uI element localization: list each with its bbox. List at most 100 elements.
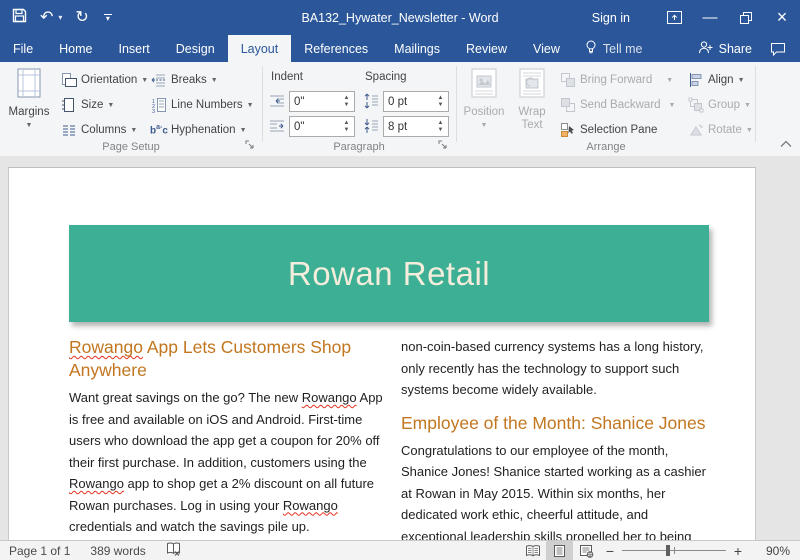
columns-button[interactable]: Columns ▼	[58, 119, 140, 141]
breaks-button[interactable]: Breaks ▼	[148, 69, 221, 91]
zoom-slider-thumb[interactable]	[666, 545, 670, 556]
margins-button[interactable]: Margins ▼	[6, 65, 52, 143]
size-button[interactable]: Size ▼	[58, 94, 117, 116]
document-canvas[interactable]: Rowan Retail Rowango App Lets Customers …	[0, 156, 800, 540]
article-paragraph[interactable]: Want great savings on the go? The new Ro…	[69, 387, 391, 538]
tab-file[interactable]: File	[0, 35, 46, 62]
indent-right-field[interactable]: ▲▼	[289, 116, 355, 137]
align-button[interactable]: Align ▼	[685, 69, 748, 91]
bring-forward-label: Bring Forward	[580, 74, 652, 86]
tab-view[interactable]: View	[520, 35, 573, 62]
chevron-down-icon: ▼	[481, 119, 488, 132]
page-break-icon	[151, 72, 167, 88]
paragraph-dialog-launcher-icon[interactable]	[438, 140, 450, 152]
zoom-out-button[interactable]: −	[600, 543, 620, 559]
restore-button[interactable]	[728, 0, 764, 35]
tell-me-label: Tell me	[603, 42, 643, 56]
spacing-before-input[interactable]	[388, 93, 430, 110]
margins-label: Margins	[9, 106, 50, 119]
print-layout-button[interactable]	[546, 541, 573, 560]
chevron-down-icon: ▼	[107, 102, 114, 109]
article-heading-employee-of-month[interactable]: Employee of the Month: Shanice Jones	[401, 412, 711, 435]
chevron-down-icon: ▼	[130, 127, 137, 134]
spinner-arrows-icon[interactable]: ▲▼	[340, 92, 353, 111]
spinner-arrows-icon[interactable]: ▲▼	[434, 92, 447, 111]
zoom-in-button[interactable]: +	[728, 543, 748, 559]
ribbon-tab-bar: File Home Insert Design Layout Reference…	[0, 35, 800, 62]
newsletter-title-banner[interactable]: Rowan Retail	[69, 225, 709, 322]
ribbon-display-options-icon[interactable]	[656, 0, 692, 35]
left-column: Rowango App Lets Customers Shop Anywhere…	[69, 336, 391, 540]
send-backward-icon	[560, 97, 576, 113]
paragraph-group: Indent Spacing ▲▼ ▲▼ ▲▼	[263, 62, 455, 156]
tell-me-box[interactable]: Tell me	[573, 35, 655, 62]
indent-right-input[interactable]	[294, 118, 336, 135]
article-paragraph[interactable]: non-coin-based currency systems has a lo…	[401, 336, 711, 401]
tab-home[interactable]: Home	[46, 35, 105, 62]
page-setup-dialog-launcher-icon[interactable]	[245, 140, 257, 152]
wrap-text-button[interactable]: Wrap Text	[511, 65, 553, 143]
bring-forward-button[interactable]: Bring Forward ▼	[557, 69, 676, 91]
indent-left-input[interactable]	[294, 93, 336, 110]
read-mode-button[interactable]	[519, 541, 546, 560]
proofing-errors-icon[interactable]	[166, 542, 181, 559]
customize-quick-access-toolbar-icon[interactable]: ▾	[104, 14, 112, 21]
share-button[interactable]: Share	[686, 35, 764, 62]
zoom-percentage[interactable]: 90%	[748, 544, 790, 558]
redo-icon[interactable]: ↻	[75, 10, 88, 26]
spacing-before-field[interactable]: ▲▼	[383, 91, 449, 112]
undo-icon[interactable]: ↶	[40, 10, 53, 26]
chevron-down-icon: ▼	[247, 102, 254, 109]
chevron-down-icon: ▼	[211, 77, 218, 84]
minimize-button[interactable]: —	[692, 0, 728, 35]
send-backward-button[interactable]: Send Backward ▼	[557, 94, 678, 116]
line-numbers-button[interactable]: 123 Line Numbers ▼	[148, 94, 257, 116]
wrap-text-label: Wrap Text	[511, 106, 553, 132]
selection-pane-icon	[560, 122, 576, 138]
comments-icon[interactable]	[764, 35, 800, 62]
spacing-after-input[interactable]	[388, 118, 430, 135]
tab-mailings[interactable]: Mailings	[381, 35, 453, 62]
orientation-button[interactable]: Orientation ▼	[58, 69, 151, 91]
position-button[interactable]: Position ▼	[463, 65, 505, 143]
word-count[interactable]: 389 words	[90, 544, 145, 558]
title-bar: ↶ ▾ ↻ ▾ BA132_Hywater_Newsletter - Word …	[0, 0, 800, 35]
tab-layout[interactable]: Layout	[228, 35, 292, 62]
group-button[interactable]: Group ▼	[685, 94, 754, 116]
columns-icon	[61, 122, 77, 138]
page-indicator[interactable]: Page 1 of 1	[9, 544, 70, 558]
document-page[interactable]: Rowan Retail Rowango App Lets Customers …	[8, 167, 756, 540]
indent-left-field[interactable]: ▲▼	[289, 91, 355, 112]
tab-design[interactable]: Design	[163, 35, 228, 62]
spacing-after-field[interactable]: ▲▼	[383, 116, 449, 137]
collapse-ribbon-icon[interactable]	[780, 139, 792, 151]
position-label: Position	[464, 106, 505, 119]
zoom-slider[interactable]	[622, 541, 726, 560]
chevron-down-icon: ▼	[746, 127, 753, 134]
line-numbers-icon: 123	[151, 97, 167, 113]
share-person-icon	[698, 40, 713, 57]
paragraph-group-caption: Paragraph	[263, 141, 455, 153]
quick-access-toolbar: ↶ ▾ ↻ ▾	[12, 0, 112, 35]
article-paragraph[interactable]: Congratulations to our employee of the m…	[401, 440, 711, 541]
article-heading-rowango-app[interactable]: Rowango App Lets Customers Shop Anywhere	[69, 336, 391, 382]
tab-references[interactable]: References	[291, 35, 381, 62]
tab-review[interactable]: Review	[453, 35, 520, 62]
web-layout-button[interactable]	[573, 541, 600, 560]
share-label: Share	[719, 42, 752, 56]
save-icon[interactable]	[12, 8, 27, 27]
hyphenation-button[interactable]: ba-c Hyphenation ▼	[148, 119, 250, 141]
chevron-down-icon: ▼	[669, 102, 676, 109]
selection-pane-button[interactable]: Selection Pane	[557, 119, 660, 141]
spinner-arrows-icon[interactable]: ▲▼	[340, 117, 353, 136]
spinner-arrows-icon[interactable]: ▲▼	[434, 117, 447, 136]
page-setup-group-caption: Page Setup	[0, 141, 262, 153]
undo-dropdown-icon[interactable]: ▾	[58, 13, 62, 22]
rotate-button[interactable]: Rotate ▼	[685, 119, 756, 141]
status-bar: Page 1 of 1 389 words − + 90%	[0, 540, 800, 560]
sign-in-button[interactable]: Sign in	[592, 11, 630, 25]
indent-right-icon	[269, 118, 285, 134]
tab-insert[interactable]: Insert	[106, 35, 163, 62]
selection-pane-label: Selection Pane	[580, 124, 657, 136]
close-button[interactable]: ×	[764, 0, 800, 35]
